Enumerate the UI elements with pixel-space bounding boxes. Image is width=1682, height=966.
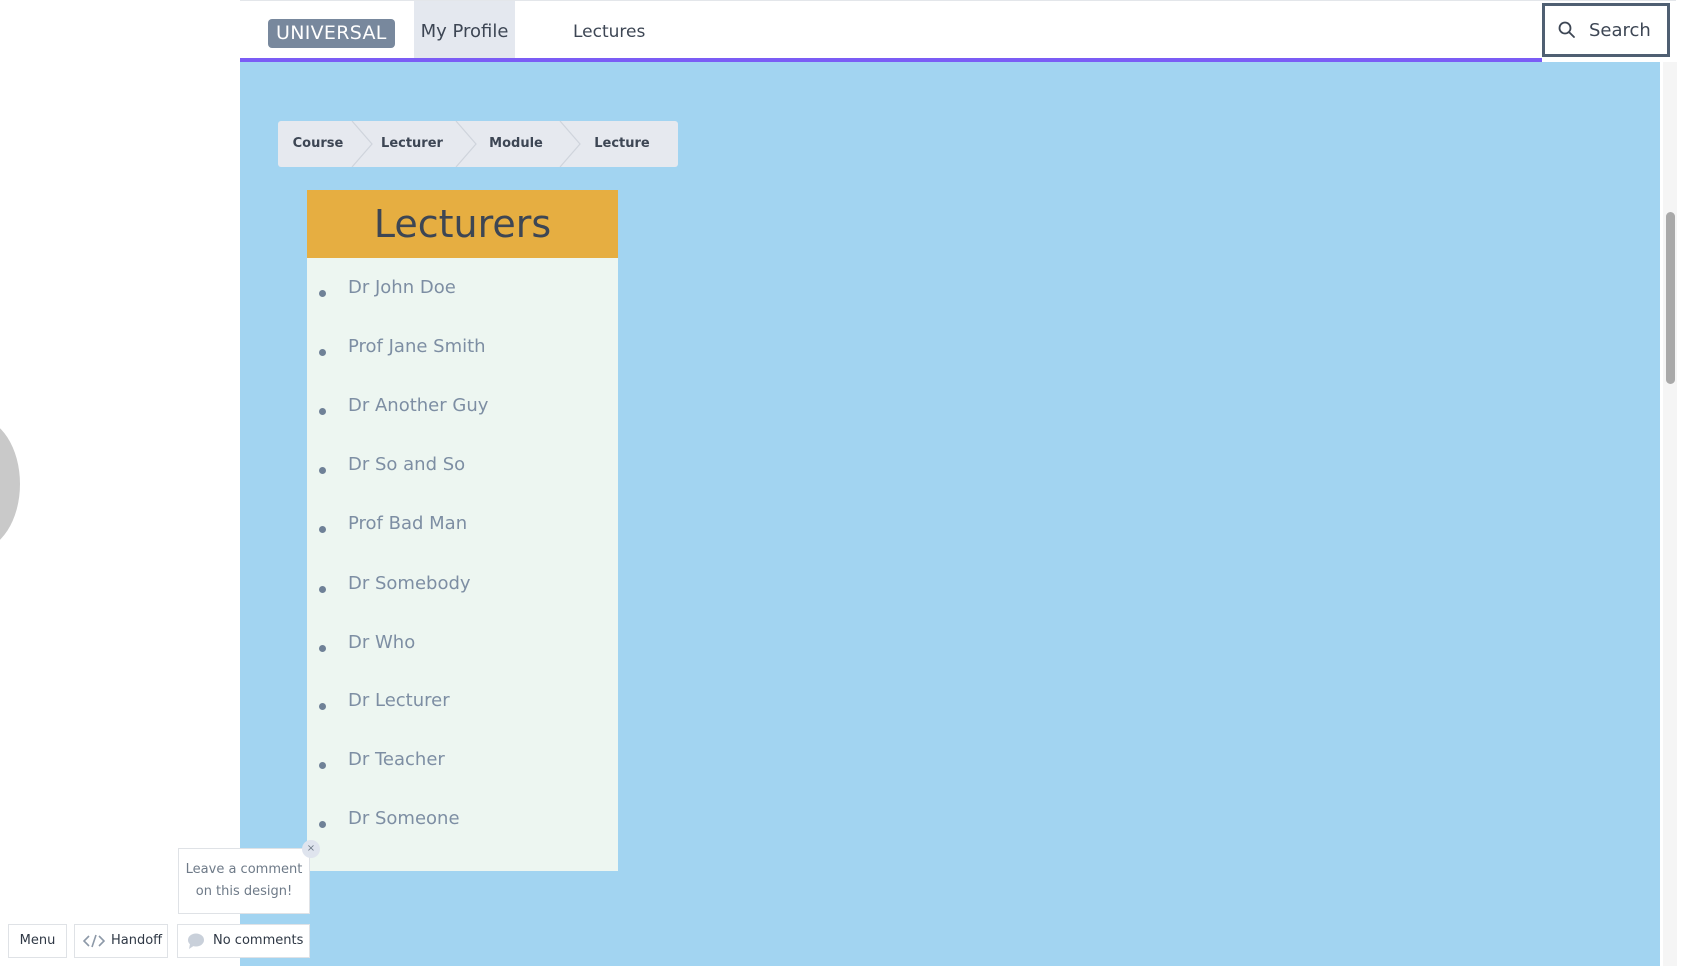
bullet-icon	[319, 821, 326, 828]
lecturer-name[interactable]: Dr Who	[348, 628, 415, 658]
comments-button[interactable]: No comments	[177, 924, 310, 958]
breadcrumb-lecture[interactable]: Lecture	[572, 121, 672, 167]
list-item[interactable]: Dr Who	[307, 628, 618, 658]
list-item[interactable]: Dr Somebody	[307, 569, 618, 599]
lecturer-name[interactable]: Dr Someone	[348, 804, 460, 834]
bullet-icon	[319, 290, 326, 297]
list-item[interactable]: Dr Lecturer	[307, 686, 618, 716]
lecturer-name[interactable]: Dr Another Guy	[348, 391, 488, 421]
comment-bubble-icon	[188, 933, 204, 949]
comment-tooltip-line2: on this design!	[195, 884, 293, 899]
comment-tooltip-line1: Leave a comment	[185, 862, 303, 877]
lecturer-name[interactable]: Prof Bad Man	[348, 509, 467, 539]
search-button[interactable]: Search	[1542, 3, 1670, 57]
lecturer-name[interactable]: Dr Lecturer	[348, 686, 450, 716]
handoff-label: Handoff	[111, 933, 163, 948]
list-item[interactable]: Dr Another Guy	[307, 391, 618, 421]
list-item[interactable]: Prof Jane Smith	[307, 332, 618, 362]
breadcrumb-module[interactable]: Module	[468, 121, 564, 167]
close-icon[interactable]: ×	[302, 840, 320, 858]
bullet-icon	[319, 408, 326, 415]
bullet-icon	[319, 703, 326, 710]
comment-tooltip: Leave a comment on this design!	[178, 848, 310, 914]
search-icon	[1558, 21, 1575, 38]
bullet-icon	[319, 645, 326, 652]
lecturer-name[interactable]: Dr John Doe	[348, 273, 456, 303]
list-item[interactable]: Dr Teacher	[307, 745, 618, 775]
scrollbar-track[interactable]	[1663, 62, 1677, 966]
breadcrumb-lecturer[interactable]: Lecturer	[364, 121, 460, 167]
menu-button[interactable]: Menu	[8, 924, 67, 958]
lecturers-panel: Lecturers Dr John Doe Prof Jane Smith Dr…	[307, 190, 618, 871]
lecturer-name[interactable]: Prof Jane Smith	[348, 332, 486, 362]
list-item[interactable]: Dr John Doe	[307, 273, 618, 303]
scrollbar-thumb[interactable]	[1666, 212, 1675, 384]
lecturer-name[interactable]: Dr So and So	[348, 450, 465, 480]
breadcrumb-course[interactable]: Course	[278, 121, 358, 167]
list-item[interactable]: Dr Someone	[307, 804, 618, 834]
bullet-icon	[319, 526, 326, 533]
bullet-icon	[319, 586, 326, 593]
lecturers-title: Lecturers	[307, 190, 618, 258]
handoff-button[interactable]: Handoff	[74, 924, 168, 958]
bullet-icon	[319, 349, 326, 356]
bullet-icon	[319, 762, 326, 769]
list-item[interactable]: Prof Bad Man	[307, 509, 618, 539]
code-icon	[83, 934, 105, 948]
breadcrumb: Course Lecturer Module Lecture	[278, 121, 678, 167]
list-item[interactable]: Dr So and So	[307, 450, 618, 480]
bullet-icon	[319, 467, 326, 474]
lecturer-name[interactable]: Dr Somebody	[348, 569, 471, 599]
lecturer-name[interactable]: Dr Teacher	[348, 745, 445, 775]
search-label: Search	[1589, 19, 1651, 41]
nav-lectures[interactable]: Lectures	[573, 1, 645, 58]
comments-label: No comments	[213, 933, 304, 948]
brand-logo[interactable]: UNIVERSAL	[268, 19, 395, 48]
menu-label: Menu	[19, 933, 56, 948]
nav-my-profile[interactable]: My Profile	[414, 1, 515, 58]
decorative-circle	[0, 418, 20, 550]
top-nav-bar: UNIVERSAL My Profile Lectures Search	[240, 0, 1676, 59]
